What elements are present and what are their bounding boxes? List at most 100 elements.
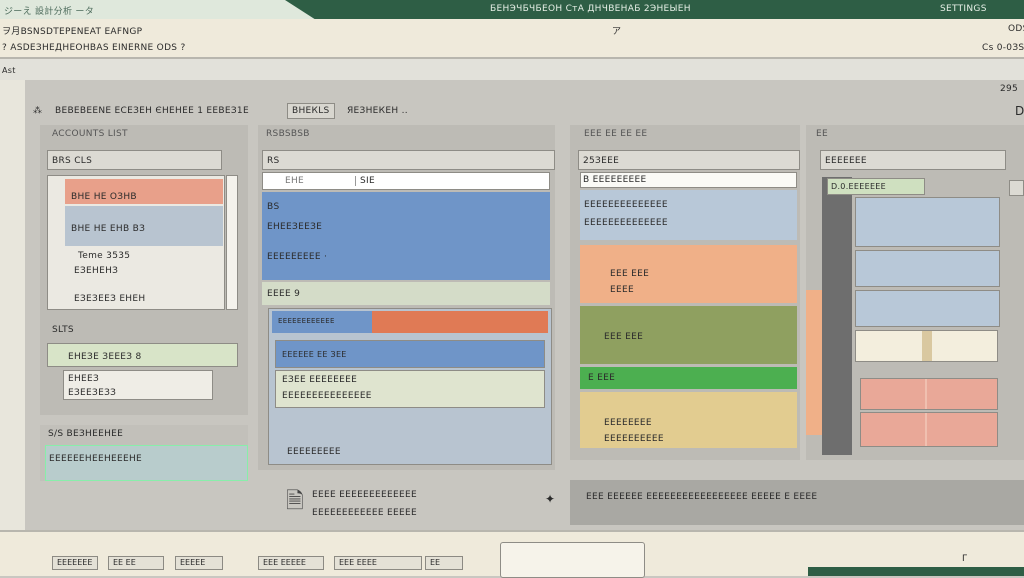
list-item-selected[interactable]: ВНЕ НЕ ОЗНВ: [65, 179, 223, 204]
footer-indicator: Г: [962, 554, 968, 564]
side-tab[interactable]: [1009, 180, 1024, 196]
inner-box: ЕЕЕЕЕЕЕЕЕЕЕЕ ЕЕЕЕЕЕ ЕЕ ЗЕЕ ЕЗЕЕ ЕЕЕЕЕЕЕЕ…: [268, 308, 552, 465]
document-icon: 🗎: [286, 489, 304, 514]
menu-line-2[interactable]: ? ASDEЗНЕДНЕОНВАЅ EINERNE ODS ?: [2, 43, 186, 53]
slot[interactable]: [860, 378, 998, 410]
slot[interactable]: [855, 290, 1000, 327]
list-item[interactable]: Teme 3535: [78, 251, 130, 261]
subheader-label: RS: [267, 156, 280, 166]
menu-line-1[interactable]: ヲ月BSNSDTEPENEAT EAFNGP: [2, 24, 142, 37]
blue-row[interactable]: ЕЕЕЕЕЕ ЕЕ ЗЕЕ: [275, 340, 545, 368]
footer-accent: [808, 567, 1024, 576]
dark-strip: [822, 177, 852, 455]
header-after: ЯЕЗНЕКЕН ..: [347, 106, 408, 116]
input-value: ЕНЕ: [285, 176, 305, 186]
list-item[interactable]: ВНЕ НЕ ЕНВ ВЗ: [65, 206, 223, 246]
footer-button[interactable]: ЕЕЕЕЕЕЕ: [52, 556, 98, 570]
footer-button[interactable]: ЕЕ: [425, 556, 463, 570]
blue-card[interactable]: ВS ЕНЕЕЗЕЕЗЕ ЕЕЕЕЕЕЕЕЕ ·: [262, 192, 550, 280]
slot-divider: [922, 331, 932, 361]
green-block[interactable]: Е ЕЕЕ: [580, 367, 797, 389]
panel-title: RSBSBSB: [266, 129, 310, 139]
orange-strip: [806, 290, 822, 435]
accounts-panel: ACCOUNTS LIST BRS CLS ВНЕ НЕ ОЗНВ ВНЕ НЕ…: [40, 125, 248, 415]
tab-title: БЕНЭЧБЧБЕОН СтА ДНЧВЕНАБ 2ЭНЕЫЕН: [490, 4, 691, 14]
summary-panel: S/S ВЕЗНЕЕНЕЕ ЕЕЕЕЕЕНЕЕНЕЕЕНЕ: [40, 425, 248, 481]
status-panel: ЕЕЕ ЕЕ ЕЕ ЕЕ 25ЗЕЕЕ B ЕЕЕЕЕЕЕЕЕ ЕЕЕЕЕЕЕЕ…: [570, 125, 800, 460]
footer-button[interactable]: ЕЕЕ ЕЕЕЕ: [334, 556, 422, 570]
title-bar: ジーえ 設計分析 ータ БЕНЭЧБЧБЕОН СтА ДНЧВЕНАБ 2ЭН…: [0, 0, 1024, 19]
menu-item-right[interactable]: ODS: [1008, 24, 1024, 34]
sparkle-icon[interactable]: ✦: [545, 492, 555, 506]
footer-input[interactable]: [500, 542, 645, 578]
olive-block[interactable]: ЕЕЕ ЕЕЕ: [580, 306, 797, 364]
app-title: ジーえ 設計分析 ータ: [4, 7, 95, 17]
toolbar-label: Ast: [2, 66, 16, 75]
progress-bar: ЕЕЕЕЕЕЕЕЕЕЕЕ: [272, 311, 548, 333]
subheader-label: ЕЕЕЕЕЕЕ: [825, 156, 867, 166]
card-line: ЕЕЕЕЕЕЕЕЕ ·: [267, 252, 328, 262]
panel-title: ЕЕЕ ЕЕ ЕЕ ЕЕ: [584, 129, 648, 139]
slot[interactable]: [855, 250, 1000, 287]
date-label[interactable]: D.0.ЕЕЕЕЕЕЕ: [827, 178, 925, 195]
slot-divider: [925, 413, 927, 446]
slot[interactable]: [855, 197, 1000, 247]
detail-line: ЕНЕЕЗ: [68, 374, 100, 384]
footer-button[interactable]: ЕЕ ЕЕ: [108, 556, 164, 570]
row-line: ЕЕЕЕЕЕЕЕЕЕЕЕЕЕЕ: [282, 391, 372, 401]
block-line: ЕЕЕЕЕЕЕЕЕЕ: [604, 434, 664, 444]
middle-panel: RSBSBSB RS ЕНЕ SIE ВS ЕНЕЕЗЕЕЗЕ ЕЕЕЕЕЕЕЕЕ ·…: [258, 125, 555, 470]
block-line: ЕЕЕ ЕЕЕ: [610, 269, 650, 279]
green-item[interactable]: ЕНЕЗЕ ЗЕЕЕЗ 8: [47, 343, 238, 367]
row-label: ЕЕЕЕ 9: [267, 289, 301, 299]
block-line: ЕЕЕЕЕЕЕЕ: [604, 418, 652, 428]
main-header: BEBEBEENЕ ЕСЕЗЕН ЄНЕНЕЕ 1 EEBEЗ1Е: [55, 106, 249, 116]
search-input[interactable]: ЕНЕ SIE: [262, 172, 550, 190]
item-label: ЕНЕЗЕ ЗЕЕЕЗ 8: [68, 352, 142, 362]
summary-title: S/S ВЕЗНЕЕНЕЕ: [48, 429, 124, 439]
green-row[interactable]: ЕЕЕЕ 9: [262, 282, 550, 305]
accounts-list: ВНЕ НЕ ОЗНВ ВНЕ НЕ ЕНВ ВЗ Teme 3535 EЗЕН…: [47, 175, 225, 310]
panel-icon[interactable]: D: [1015, 104, 1024, 118]
block-line: ЕЕЕ ЕЕЕ: [604, 332, 644, 342]
scrollbar[interactable]: [226, 175, 238, 310]
row-label: ЕЕЕЕЕЕ ЕЕ ЗЕЕ: [282, 350, 347, 359]
card-line: ЕНЕЕЗЕЕЗЕ: [267, 222, 323, 232]
blue-block[interactable]: ЕЕЕЕЕЕЕЕЕЕЕЕЕЕ ЕЕЕЕЕЕЕЕЕЕЕЕЕЕ: [580, 190, 797, 240]
slot[interactable]: [855, 330, 998, 362]
slot[interactable]: [860, 412, 998, 447]
footer-button[interactable]: ЕЕЕ ЕЕЕЕЕ: [258, 556, 324, 570]
panel-subheader: ЕЕЕЕЕЕЕ: [820, 150, 1006, 170]
detail-box: ЕНЕЕЗ ЕЗЕЕЗЕЗЗ: [63, 370, 213, 400]
list-item[interactable]: EЗЕНЕНЗ: [74, 266, 118, 276]
list-item-label: ВНЕ НЕ ОЗНВ: [71, 192, 137, 202]
menu-item[interactable]: ア: [612, 24, 621, 37]
left-gutter: [0, 80, 25, 530]
list-item[interactable]: ЕЗЕЗЕЕЗ ЕНЕН: [74, 294, 145, 304]
status-text: Cs 0-0ЗS: [982, 43, 1024, 53]
footer-line: ЕЕЕЕЕЕЕЕЕЕЕЕ ЕЕЕЕЕ: [312, 508, 417, 518]
input-suffix: SIE: [355, 176, 375, 186]
light-row[interactable]: ЕЗЕЕ ЕЕЕЕЕЕЕЕ ЕЕЕЕЕЕЕЕЕЕЕЕЕЕЕ: [275, 370, 545, 408]
block-line: ЕЕЕЕ: [610, 285, 634, 295]
tan-block[interactable]: ЕЕЕЕЕЕЕЕ ЕЕЕЕЕЕЕЕЕЕ: [580, 392, 797, 448]
orange-block[interactable]: ЕЕЕ ЕЕЕ ЕЕЕЕ: [580, 245, 797, 303]
footer-button[interactable]: ЕЕЕЕЕ: [175, 556, 223, 570]
settings-link[interactable]: SETTINGS: [940, 4, 987, 14]
white-row[interactable]: B ЕЕЕЕЕЕЕЕЕ: [580, 172, 797, 188]
slot-divider: [925, 379, 927, 409]
block-line: ЕЕЕЕЕЕЕЕЕЕЕЕЕЕ: [584, 200, 668, 210]
card-line: ВS: [267, 202, 280, 212]
bottom-status-bar: ЕЕЕ ЕЕЕЕЕЕ ЕЕЕЕЕЕЕЕЕЕЕЕЕЕЕЕЕ ЕЕЕЕЕ Е ЕЕЕ…: [570, 480, 1024, 525]
progress-label: ЕЕЕЕЕЕЕЕЕЕЕЕ: [278, 317, 335, 325]
block-line: ЕЕЕЕЕЕЕЕЕЕЕЕЕЕ: [584, 218, 668, 228]
fields-button[interactable]: ВНЕКLS: [287, 103, 335, 119]
section-title: SLTS: [52, 325, 74, 335]
active-tab[interactable]: БЕНЭЧБЧБЕОН СтА ДНЧВЕНАБ 2ЭНЕЫЕН SETTING…: [285, 0, 1024, 19]
summary-box: ЕЕЕЕЕЕНЕЕНЕЕЕНЕ: [45, 445, 248, 481]
star-icon: ⁂: [33, 106, 43, 116]
panel-title: ACCOUNTS LIST: [52, 129, 128, 139]
subheader-label: BRS CLS: [52, 156, 93, 166]
list-item-label: ВНЕ НЕ ЕНВ ВЗ: [71, 224, 146, 234]
status-text: ЕЕЕ ЕЕЕЕЕЕ ЕЕЕЕЕЕЕЕЕЕЕЕЕЕЕЕЕ ЕЕЕЕЕ Е ЕЕЕ…: [586, 492, 818, 502]
